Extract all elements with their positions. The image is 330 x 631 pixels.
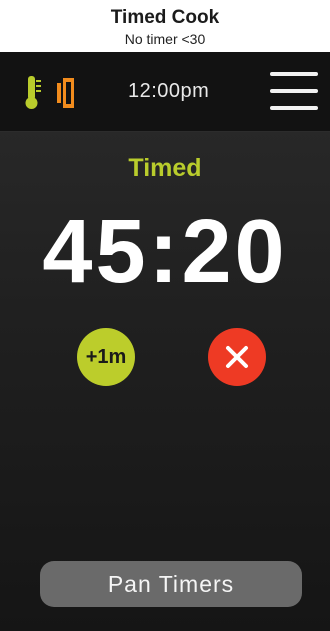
page-header: Timed Cook No timer <30 — [0, 0, 330, 52]
oven-display: 12:00pm Timed 45:20 +1m Pan Timers — [0, 52, 330, 631]
pan-timers-button[interactable]: Pan Timers — [40, 561, 302, 607]
menu-button[interactable] — [270, 72, 320, 112]
oven-door-icon — [57, 78, 74, 108]
hamburger-menu-line — [270, 106, 318, 110]
add-one-minute-button[interactable]: +1m — [77, 328, 135, 386]
hamburger-menu-line — [270, 89, 318, 93]
page-title: Timed Cook — [110, 7, 220, 28]
cook-mode-label: Timed — [128, 154, 202, 182]
clock-time: 12:00pm — [128, 80, 210, 102]
hamburger-menu-icon — [270, 72, 318, 76]
status-bar: 12:00pm — [0, 52, 330, 132]
timer-display: 45:20 — [42, 202, 288, 302]
page-subtitle: No timer <30 — [124, 31, 206, 47]
close-icon — [226, 346, 248, 368]
thermometer-icon — [25, 76, 41, 109]
cancel-timer-button[interactable] — [208, 328, 266, 386]
